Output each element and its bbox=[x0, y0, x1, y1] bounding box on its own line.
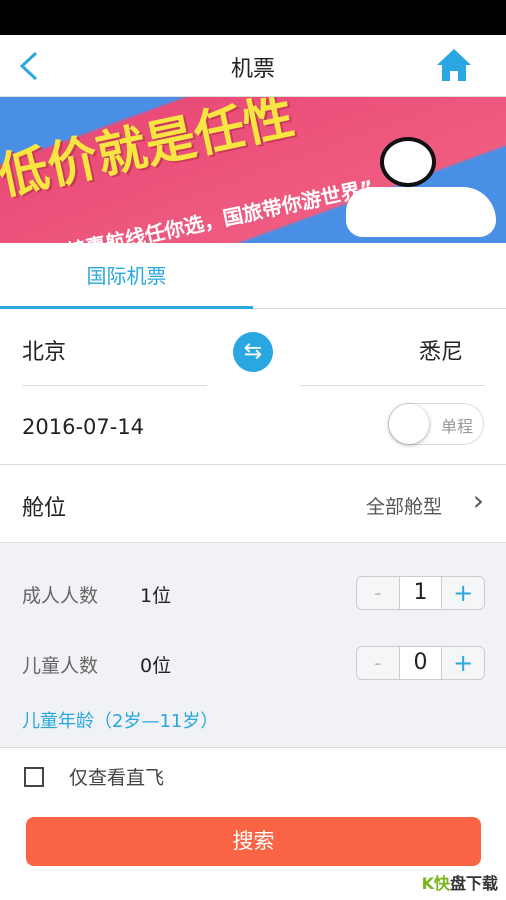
toggle-label: 单程 bbox=[440, 417, 473, 436]
panda-illustration bbox=[380, 137, 436, 187]
plane-illustration bbox=[346, 187, 496, 237]
passenger-section: 成人人数 1位 - 1 + 儿童人数 0位 - 0 + 儿童年龄（2岁—11岁） bbox=[0, 543, 506, 748]
cabin-row[interactable]: 舱位 全部舱型 › bbox=[0, 466, 506, 543]
to-city[interactable]: 悉尼 bbox=[300, 320, 485, 386]
page-title: 机票 bbox=[230, 57, 275, 82]
cabin-value: 全部舱型 bbox=[365, 496, 442, 518]
status-bar bbox=[0, 0, 506, 35]
search-button[interactable]: 搜索 bbox=[26, 817, 481, 866]
adult-value: 1位 bbox=[140, 585, 172, 607]
tab-bar: 国际机票 bbox=[0, 243, 506, 309]
adult-minus-button[interactable]: - bbox=[357, 577, 400, 609]
direct-only-checkbox[interactable] bbox=[24, 767, 44, 787]
tab-international[interactable]: 国际机票 bbox=[0, 243, 253, 309]
chevron-right-icon: › bbox=[472, 484, 484, 517]
watermark-logo: K快盘下载 bbox=[421, 874, 498, 893]
adult-count: 1 bbox=[399, 577, 443, 609]
nav-bar: 机票 bbox=[0, 35, 506, 97]
date-row: 2016-07-14 单程 bbox=[0, 388, 506, 465]
child-stepper: - 0 + bbox=[356, 646, 485, 680]
adult-plus-button[interactable]: + bbox=[442, 577, 484, 609]
adult-label: 成人人数 bbox=[22, 585, 99, 607]
banner-headline: 低价就是任性 bbox=[0, 97, 299, 207]
trip-type-toggle[interactable]: 单程 bbox=[388, 403, 484, 445]
child-plus-button[interactable]: + bbox=[442, 647, 484, 679]
child-minus-button[interactable]: - bbox=[357, 647, 400, 679]
home-icon[interactable] bbox=[436, 47, 472, 83]
child-value: 0位 bbox=[140, 655, 172, 677]
direct-only-label: 仅查看直飞 bbox=[69, 767, 165, 789]
cabin-label: 舱位 bbox=[22, 496, 67, 521]
child-age-note[interactable]: 儿童年龄（2岁—11岁） bbox=[22, 707, 218, 733]
promo-banner[interactable]: 低价就是任性 “特惠航线任你选，国旅带你游世界” bbox=[0, 97, 506, 243]
swap-arrows-icon[interactable]: ⇆ bbox=[233, 332, 273, 372]
from-city[interactable]: 北京 bbox=[22, 320, 207, 386]
child-count: 0 bbox=[399, 647, 443, 679]
departure-date[interactable]: 2016-07-14 bbox=[22, 415, 144, 439]
adult-stepper: - 1 + bbox=[356, 576, 485, 610]
toggle-knob bbox=[389, 404, 429, 444]
child-label: 儿童人数 bbox=[22, 655, 99, 677]
